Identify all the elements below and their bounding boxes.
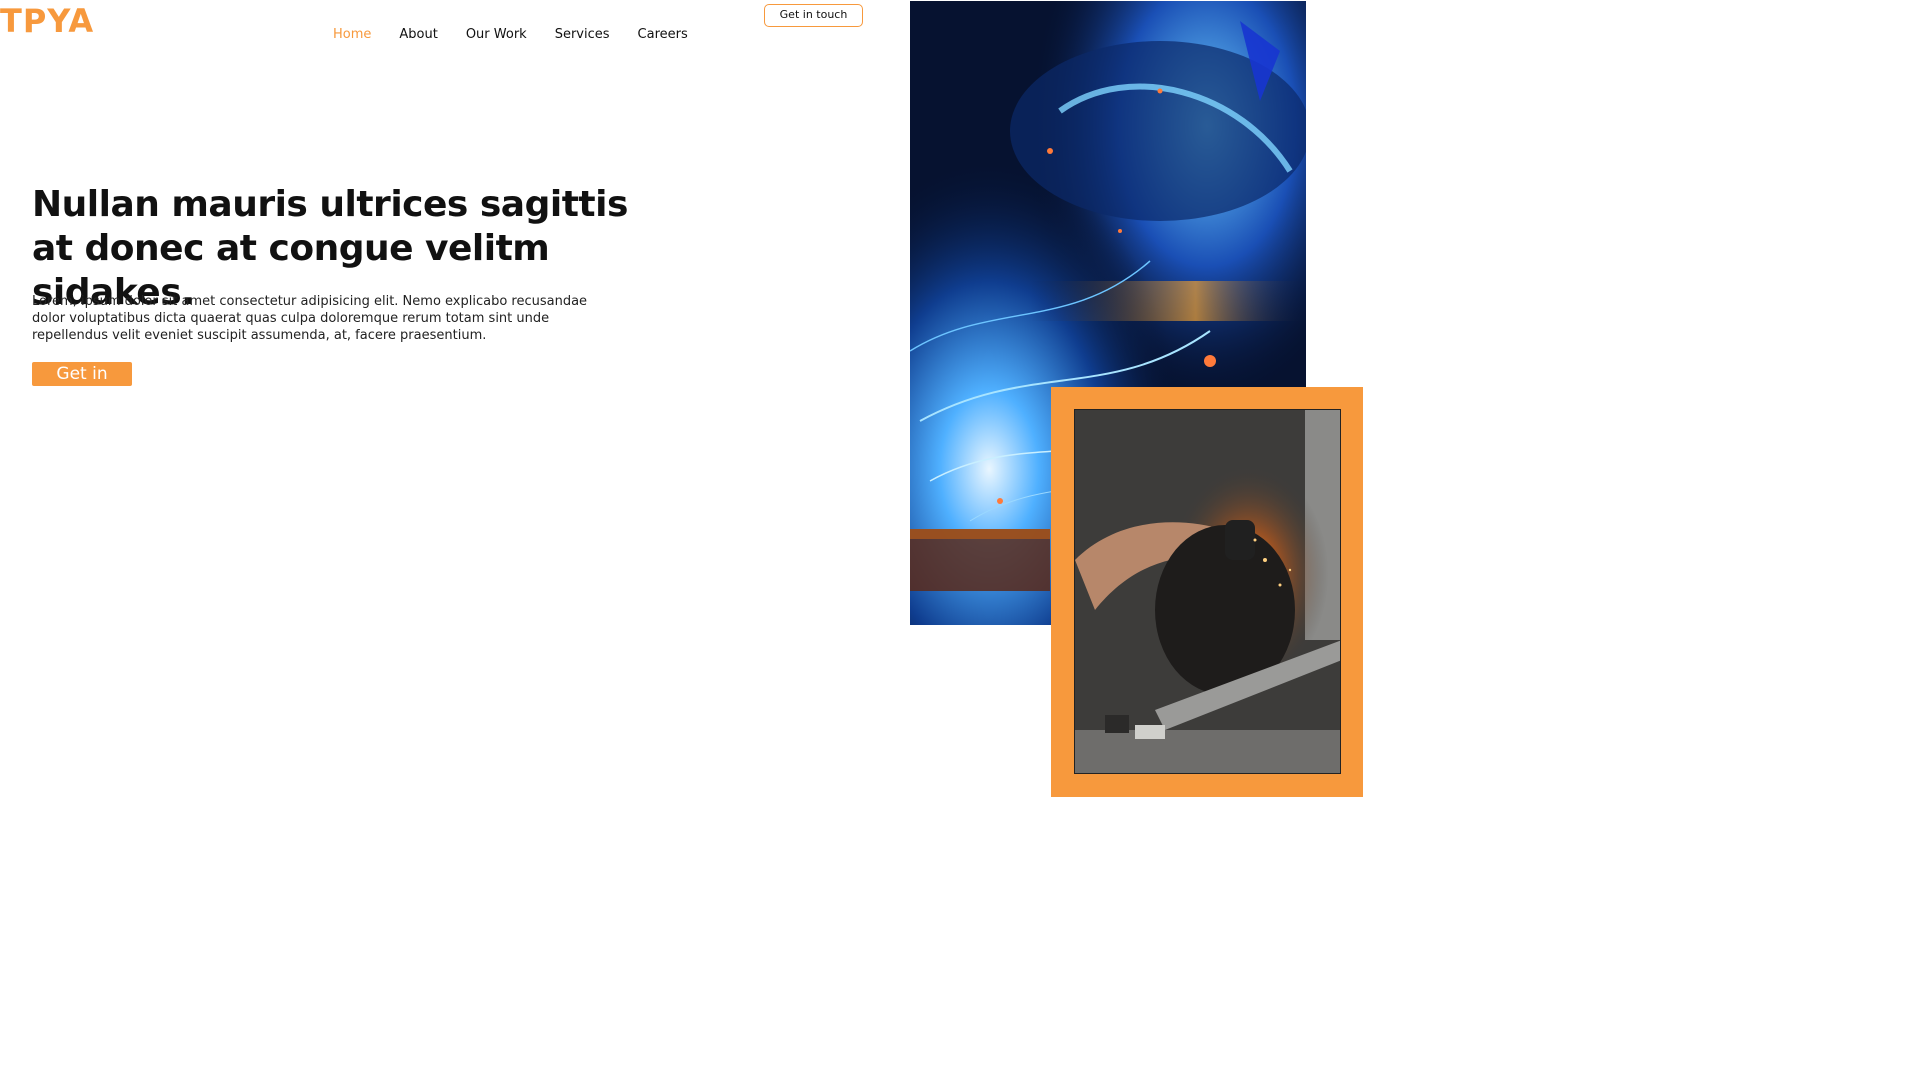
nav-item-home[interactable]: Home xyxy=(333,26,371,44)
nav-item-our-work[interactable]: Our Work xyxy=(466,26,527,44)
nav-item-services[interactable]: Services xyxy=(555,26,610,44)
grinder-photo xyxy=(1074,409,1341,774)
brand-logo[interactable]: TPYA xyxy=(0,1,94,41)
get-in-button[interactable]: Get in xyxy=(32,362,132,386)
get-in-touch-button[interactable]: Get in touch xyxy=(764,4,863,27)
nav-item-about[interactable]: About xyxy=(399,26,437,44)
nav-item-careers[interactable]: Careers xyxy=(638,26,688,44)
main-nav: Home About Our Work Services Careers xyxy=(333,26,688,44)
hero-description: Lorem, ipsum dolor sit amet consectetur … xyxy=(32,294,588,343)
